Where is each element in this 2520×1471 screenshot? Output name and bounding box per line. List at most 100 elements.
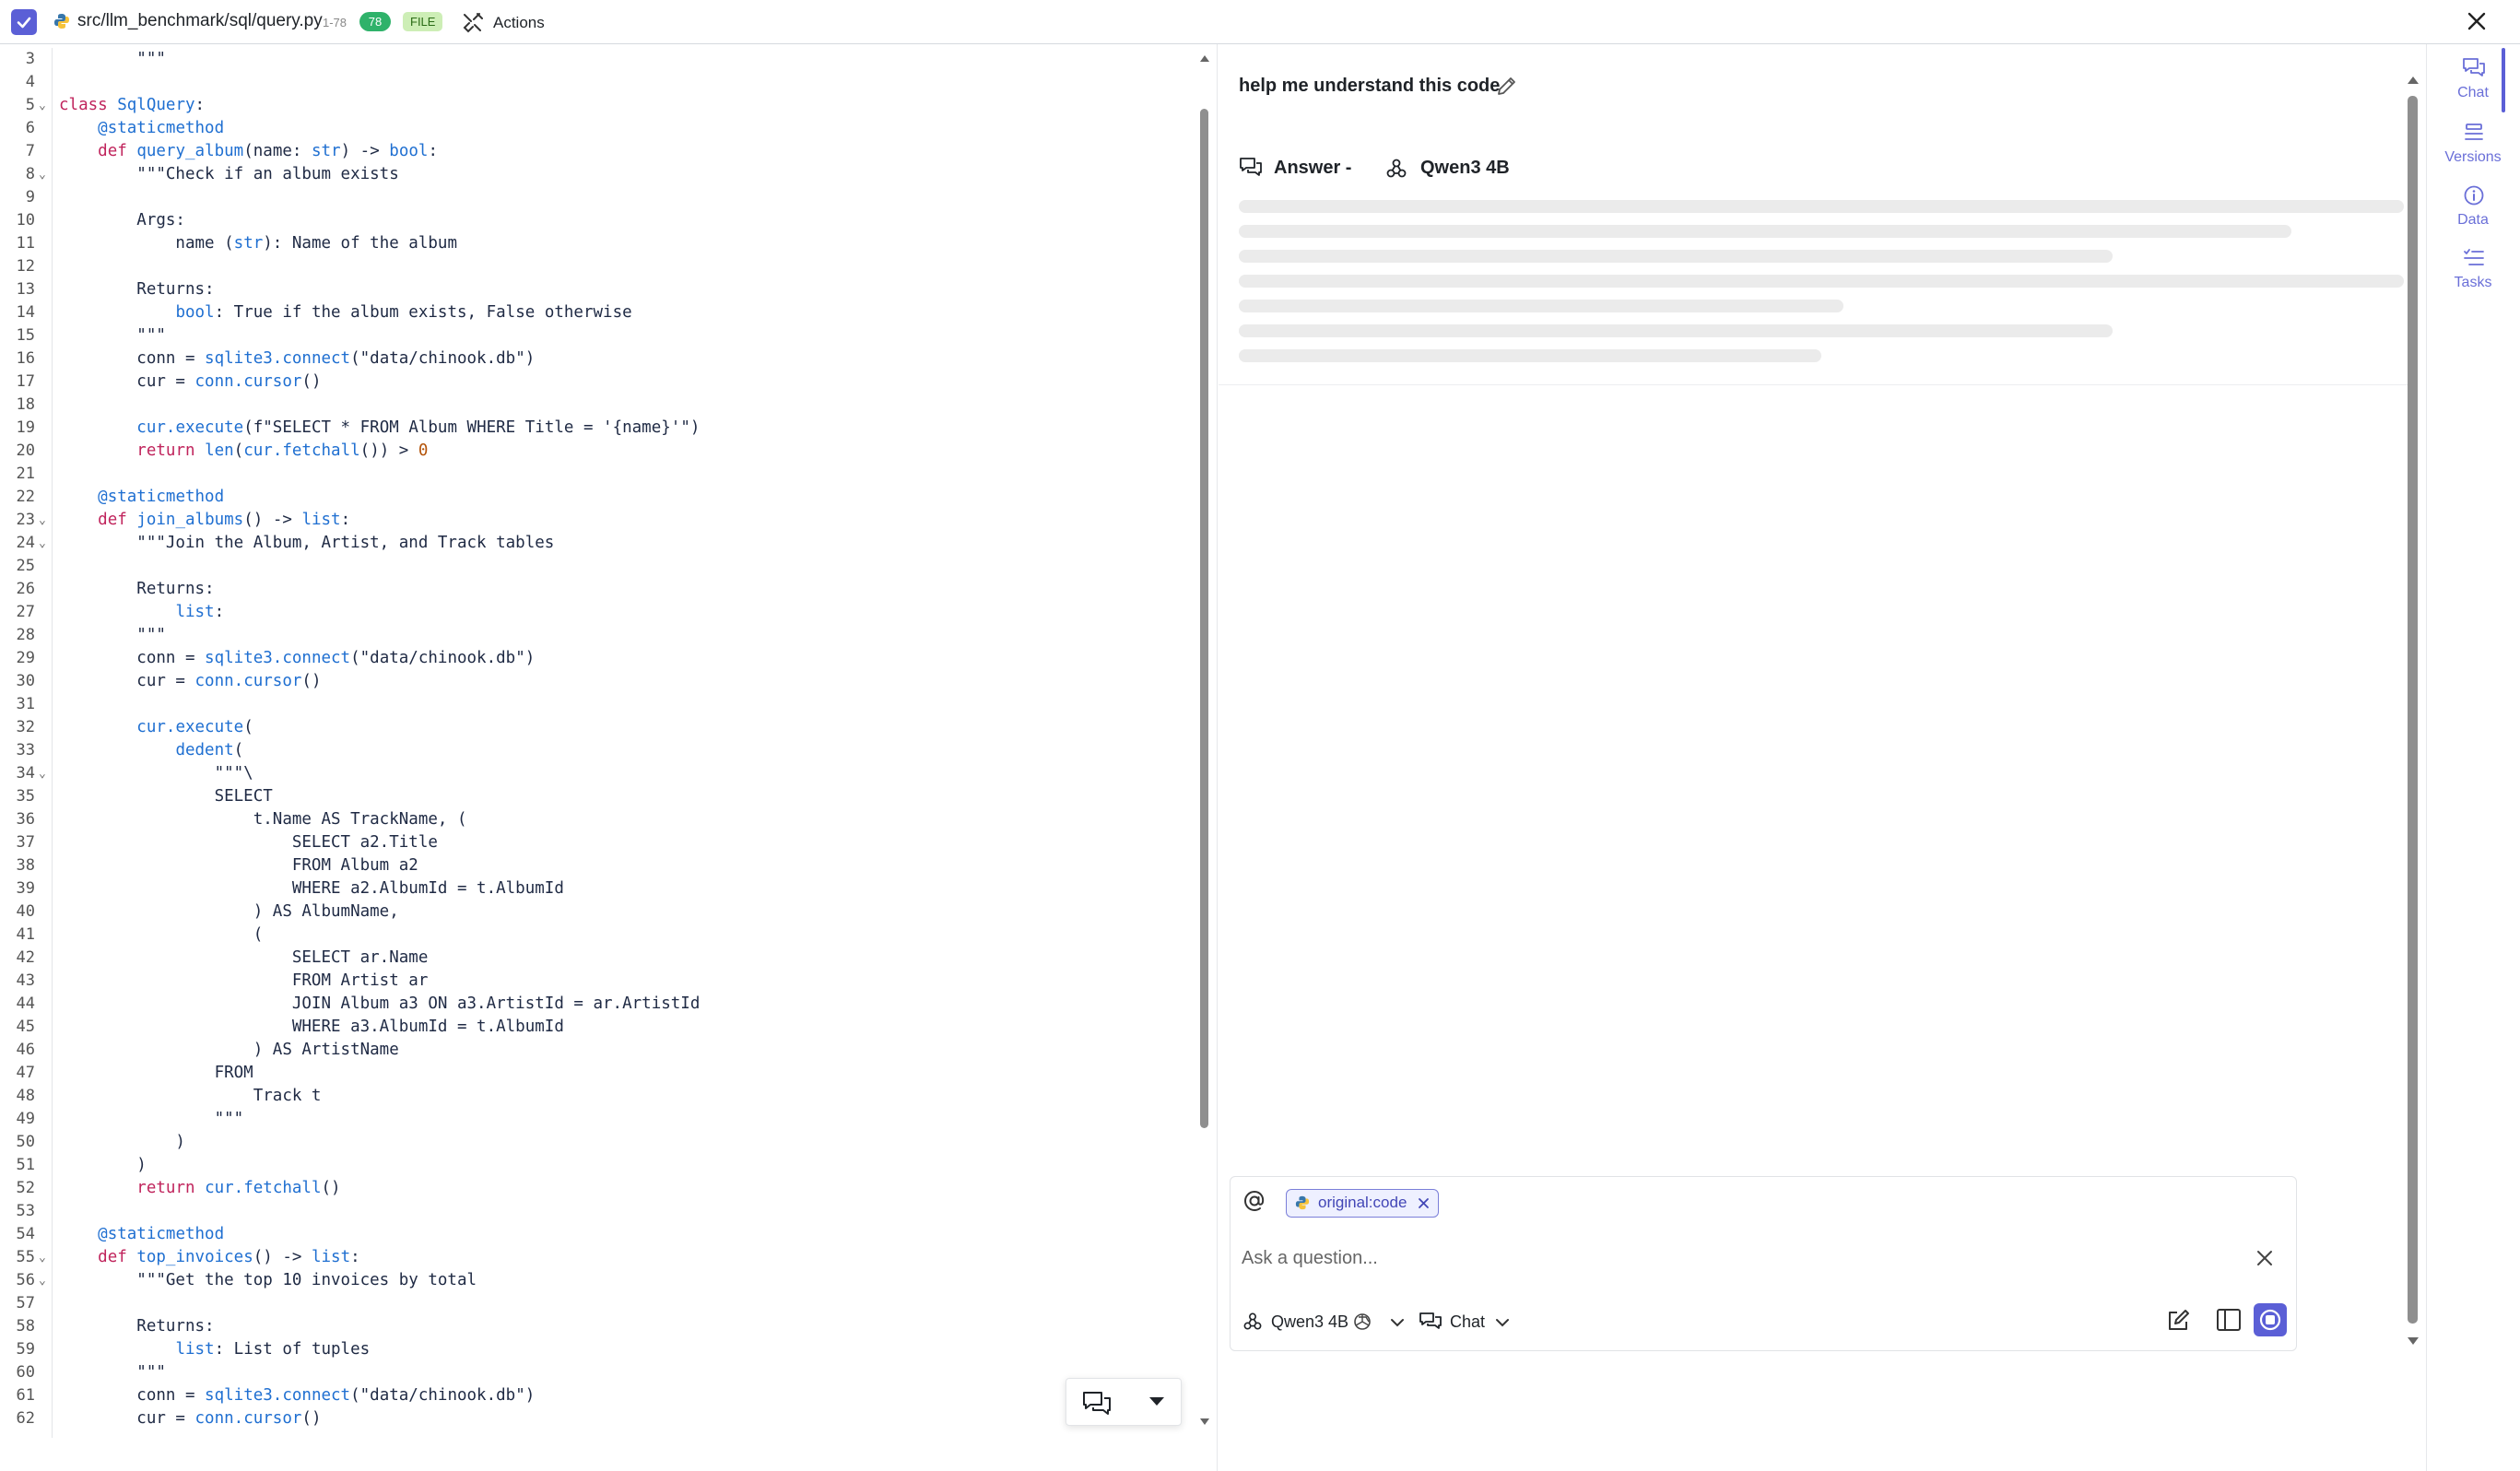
chevron-down-icon[interactable] xyxy=(1494,1317,1511,1328)
code-line[interactable]: 12 xyxy=(0,255,1198,278)
code-editor[interactable]: 3 """ 4 5 ⌄ class SqlQuery: 6 @staticmethod 7 … xyxy=(0,48,1198,1438)
code-line[interactable]: 38 FROM Album a2 xyxy=(0,854,1198,877)
code-line[interactable]: 10 Args: xyxy=(0,209,1198,232)
code-text[interactable]: Returns: xyxy=(59,1315,214,1338)
code-line[interactable]: 44 JOIN Album a3 ON a3.ArtistId = ar.Art… xyxy=(0,993,1198,1016)
rail-item-chat[interactable]: Chat xyxy=(2427,52,2519,112)
code-text[interactable]: return cur.fetchall() xyxy=(59,1177,340,1200)
chevron-down-icon[interactable] xyxy=(1389,1317,1406,1328)
code-line[interactable]: 41 ( xyxy=(0,924,1198,947)
code-line[interactable]: 4 xyxy=(0,71,1198,94)
remove-chip-icon[interactable] xyxy=(1418,1197,1430,1209)
scroll-down-icon[interactable] xyxy=(1198,1416,1211,1429)
code-line[interactable]: 39 WHERE a2.AlbumId = t.AlbumId xyxy=(0,877,1198,900)
code-text[interactable]: cur.execute(f"SELECT * FROM Album WHERE … xyxy=(59,417,700,440)
floating-chat-toggle[interactable] xyxy=(1066,1378,1182,1426)
close-icon[interactable] xyxy=(2463,7,2491,35)
code-line[interactable]: 5 ⌄ class SqlQuery: xyxy=(0,94,1198,117)
model-nodes-icon[interactable] xyxy=(1243,1312,1262,1331)
code-line[interactable]: 35 SELECT xyxy=(0,785,1198,808)
sidebar-layout-icon[interactable] xyxy=(2215,1306,2243,1334)
code-line[interactable]: 45 WHERE a3.AlbumId = t.AlbumId xyxy=(0,1016,1198,1039)
code-text[interactable]: """ xyxy=(59,624,166,647)
code-line[interactable]: 37 SELECT a2.Title xyxy=(0,831,1198,854)
code-line[interactable]: 42 SELECT ar.Name xyxy=(0,947,1198,970)
code-text[interactable]: FROM Album a2 xyxy=(59,854,418,877)
code-text[interactable]: conn = sqlite3.connect("data/chinook.db"… xyxy=(59,1384,535,1407)
code-text[interactable]: def top_invoices() -> list: xyxy=(59,1246,360,1269)
code-line[interactable]: 34 ⌄ """\ xyxy=(0,762,1198,785)
code-line[interactable]: 58 Returns: xyxy=(0,1315,1198,1338)
code-text[interactable]: def join_albums() -> list: xyxy=(59,509,350,532)
scroll-up-icon[interactable] xyxy=(1198,52,1211,65)
code-text[interactable]: """ xyxy=(59,1108,244,1131)
code-line[interactable]: 29 conn = sqlite3.connect("data/chinook.… xyxy=(0,647,1198,670)
code-text[interactable]: SELECT ar.Name xyxy=(59,947,429,970)
code-text[interactable]: conn = sqlite3.connect("data/chinook.db"… xyxy=(59,647,535,670)
chevron-down-icon[interactable] xyxy=(1149,1397,1164,1406)
panel-divider[interactable] xyxy=(1217,44,1218,1471)
code-line[interactable]: 31 xyxy=(0,693,1198,716)
rail-item-versions[interactable]: Versions xyxy=(2427,116,2519,177)
code-text[interactable]: class SqlQuery: xyxy=(59,94,205,117)
fold-chevron-icon[interactable]: ⌄ xyxy=(39,762,46,785)
send-button[interactable] xyxy=(2254,1303,2287,1336)
code-line[interactable]: 8 ⌄ """Check if an album exists xyxy=(0,163,1198,186)
code-line[interactable]: 60 """ xyxy=(0,1361,1198,1384)
code-text[interactable]: Track t xyxy=(59,1085,322,1108)
code-text[interactable]: FROM Artist ar xyxy=(59,970,429,993)
code-text[interactable]: SELECT xyxy=(59,785,273,808)
code-text[interactable]: ) xyxy=(59,1131,185,1154)
code-line[interactable]: 11 name (str): Name of the album xyxy=(0,232,1198,255)
code-text[interactable]: ( xyxy=(59,924,264,947)
code-text[interactable]: def query_album(name: str) -> bool: xyxy=(59,140,438,163)
code-text[interactable]: ) AS AlbumName, xyxy=(59,900,399,924)
tools-icon[interactable] xyxy=(461,11,485,35)
code-line[interactable]: 55 ⌄ def top_invoices() -> list: xyxy=(0,1246,1198,1269)
code-line[interactable]: 17 cur = conn.cursor() xyxy=(0,371,1198,394)
fold-chevron-icon[interactable]: ⌄ xyxy=(39,163,46,186)
code-text[interactable]: dedent( xyxy=(59,739,243,762)
code-line[interactable]: 47 FROM xyxy=(0,1062,1198,1085)
code-line[interactable]: 13 Returns: xyxy=(0,278,1198,301)
code-line[interactable]: 14 bool: True if the album exists, False… xyxy=(0,301,1198,324)
code-text[interactable]: cur = conn.cursor() xyxy=(59,1407,321,1430)
code-text[interactable]: list: List of tuples xyxy=(59,1338,370,1361)
code-line[interactable]: 49 """ xyxy=(0,1108,1198,1131)
new-chat-icon[interactable] xyxy=(2165,1308,2191,1334)
rail-item-tasks[interactable]: Tasks xyxy=(2427,241,2519,302)
code-text[interactable]: WHERE a3.AlbumId = t.AlbumId xyxy=(59,1016,564,1039)
code-text[interactable]: """ xyxy=(59,1361,166,1384)
code-line[interactable]: 20 return len(cur.fetchall()) > 0 xyxy=(0,440,1198,463)
code-line[interactable]: 6 @staticmethod xyxy=(0,117,1198,140)
code-text[interactable]: cur = conn.cursor() xyxy=(59,371,321,394)
code-text[interactable]: Returns: xyxy=(59,578,214,601)
context-chip[interactable]: original:code xyxy=(1286,1189,1440,1218)
code-line[interactable]: 59 list: List of tuples xyxy=(0,1338,1198,1361)
file-path[interactable]: src/llm_benchmark/sql/query.py xyxy=(77,11,323,31)
chat-scrollbar-thumb[interactable] xyxy=(2408,96,2418,1324)
code-text[interactable]: """ xyxy=(59,324,166,347)
code-line[interactable]: 43 FROM Artist ar xyxy=(0,970,1198,993)
code-line[interactable]: 53 xyxy=(0,1200,1198,1223)
code-line[interactable]: 27 list: xyxy=(0,601,1198,624)
code-text[interactable]: return len(cur.fetchall()) > 0 xyxy=(59,440,428,463)
code-line[interactable]: 40 ) AS AlbumName, xyxy=(0,900,1198,924)
code-text[interactable]: """ xyxy=(59,48,166,71)
code-text[interactable]: list: xyxy=(59,601,224,624)
code-text[interactable]: """Join the Album, Artist, and Track tab… xyxy=(59,532,554,555)
at-mention-icon[interactable] xyxy=(1242,1188,1267,1214)
code-text[interactable]: """Check if an album exists xyxy=(59,163,398,186)
code-text[interactable]: bool: True if the album exists, False ot… xyxy=(59,301,631,324)
fold-chevron-icon[interactable]: ⌄ xyxy=(39,1269,46,1292)
code-line[interactable]: 32 cur.execute( xyxy=(0,716,1198,739)
code-line[interactable]: 22 @staticmethod xyxy=(0,486,1198,509)
code-line[interactable]: 50 ) xyxy=(0,1131,1198,1154)
code-text[interactable]: SELECT a2.Title xyxy=(59,831,438,854)
code-text[interactable]: @staticmethod xyxy=(59,1223,224,1246)
code-text[interactable]: ) xyxy=(59,1154,147,1177)
code-text[interactable]: ) AS ArtistName xyxy=(59,1039,399,1062)
editor-scrollbar-thumb[interactable] xyxy=(1200,109,1208,1128)
scroll-down-icon[interactable] xyxy=(2406,1335,2420,1347)
model-selector[interactable]: Qwen3 4B xyxy=(1271,1312,1348,1332)
